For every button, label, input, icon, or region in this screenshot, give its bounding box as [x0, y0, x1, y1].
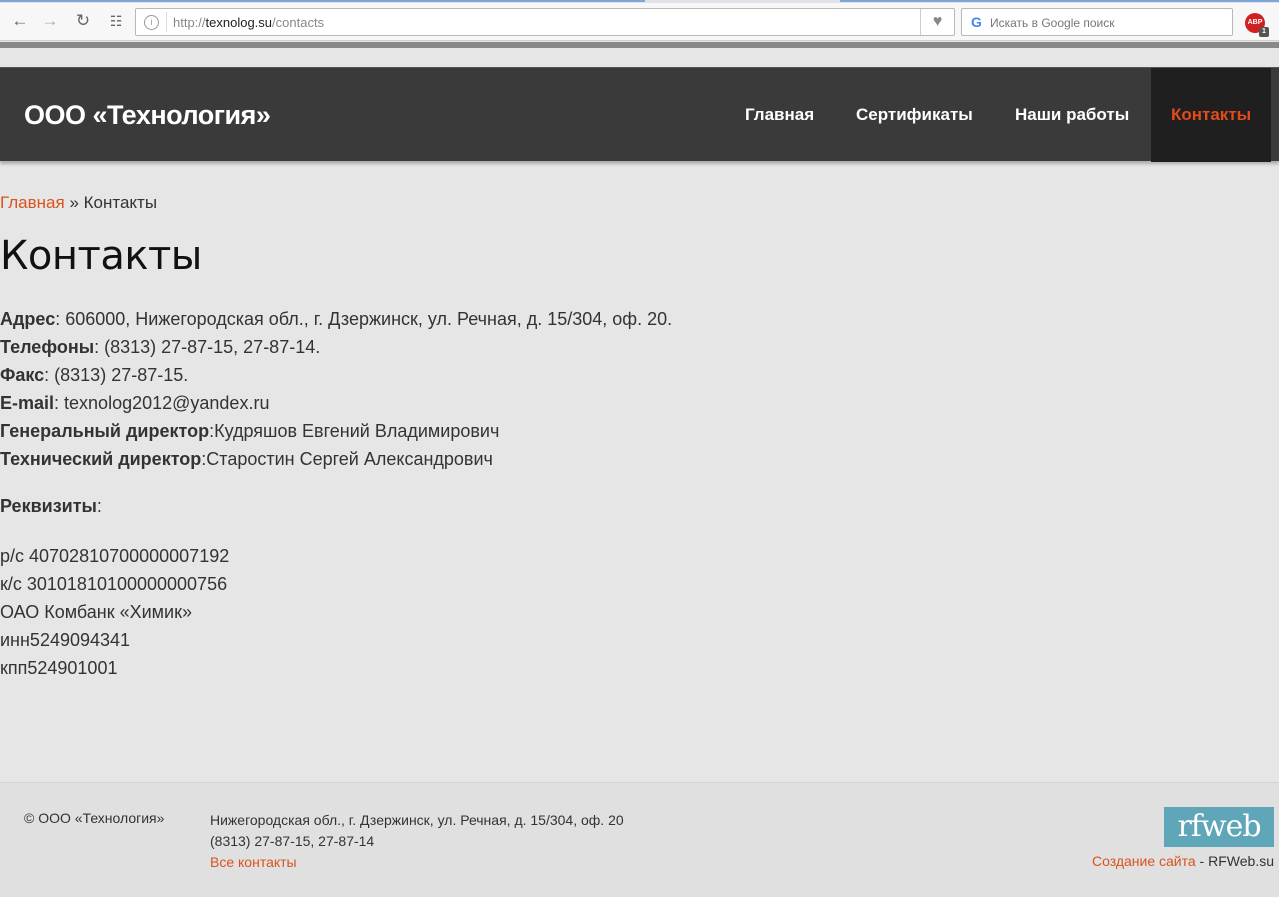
nav-item-contacts[interactable]: Контакты	[1151, 68, 1272, 162]
requisite-item: р/с 40702810700000007192	[0, 546, 230, 566]
adblock-count: 1	[1259, 27, 1269, 37]
breadcrumb: Главная » Контакты	[0, 193, 157, 213]
phones-label: Телефоны	[0, 337, 95, 357]
rfweb-logo[interactable]: rfweb	[1164, 807, 1274, 847]
contact-info: Адрес: 606000, Нижегородская обл., г. Дз…	[0, 305, 672, 473]
adblock-icon[interactable]: ABP 1	[1245, 13, 1269, 37]
site-header: ООО «Технология» Главная Сертификаты Наш…	[0, 67, 1279, 162]
tab-highlight	[840, 0, 1279, 2]
footer-credit: Создание сайта - RFWeb.su	[1092, 853, 1274, 869]
fax-label: Факс	[0, 365, 45, 385]
forward-icon[interactable]: →	[38, 9, 62, 33]
url-path: /contacts	[272, 15, 325, 30]
site-creation-link[interactable]: Создание сайта	[1092, 853, 1196, 869]
site-logo[interactable]: ООО «Технология»	[24, 100, 271, 131]
reload-icon[interactable]: ↻	[71, 9, 95, 33]
address-bar[interactable]: i http://texnolog.su/contacts ♥	[135, 8, 955, 36]
email-row: E-mail: texnolog2012@yandex.ru	[0, 389, 672, 417]
url-host: texnolog.su	[205, 15, 273, 30]
technical-director-value: :Старостин Сергей Александрович	[201, 449, 493, 469]
breadcrumb-home-link[interactable]: Главная	[0, 193, 65, 212]
requisite-item: инн5249094341	[0, 630, 131, 650]
address-label: Адрес	[0, 309, 56, 329]
nav-item-works[interactable]: Наши работы	[1015, 68, 1129, 162]
google-icon: G	[971, 14, 982, 30]
url-text[interactable]: http://texnolog.su/contacts	[173, 15, 324, 30]
footer-all-contacts-link[interactable]: Все контакты	[210, 854, 297, 870]
footer-copyright: © ООО «Технология»	[24, 810, 165, 826]
requisites-label: Реквизиты	[0, 496, 97, 516]
footer-contacts: Нижегородская обл., г. Дзержинск, ул. Ре…	[210, 810, 624, 873]
requisites-heading: Реквизиты:	[0, 492, 102, 520]
nav-item-home[interactable]: Главная	[745, 68, 814, 162]
tab-highlight	[0, 0, 645, 2]
footer-address: Нижегородская обл., г. Дзержинск, ул. Ре…	[210, 812, 624, 828]
browser-toolbar: ← → ↻ ☷ i http://texnolog.su/contacts ♥ …	[0, 3, 1279, 41]
credit-site: RFWeb.su	[1208, 853, 1274, 869]
search-placeholder: Искать в Google поиск	[990, 16, 1115, 30]
heart-icon[interactable]: ♥	[920, 9, 954, 35]
page-title: Контакты	[0, 233, 202, 279]
credit-separator: -	[1195, 853, 1209, 869]
breadcrumb-current: Контакты	[83, 193, 158, 212]
phones-row: Телефоны: (8313) 27-87-15, 27-87-14.	[0, 333, 672, 361]
search-input[interactable]: G Искать в Google поиск	[961, 8, 1233, 36]
footer-phones: (8313) 27-87-15, 27-87-14	[210, 833, 375, 849]
nav-item-certificates[interactable]: Сертификаты	[856, 68, 973, 162]
general-director-label: Генеральный директор	[0, 421, 210, 441]
requisites-colon: :	[96, 496, 102, 516]
requisites-list: р/с 40702810700000007192 к/с 30101810100…	[0, 542, 229, 682]
phones-value: : (8313) 27-87-15, 27-87-14.	[94, 337, 321, 357]
technical-director-label: Технический директор	[0, 449, 202, 469]
back-icon[interactable]: ←	[8, 9, 32, 33]
general-director-row: Генеральный директор:Кудряшов Евгений Вл…	[0, 417, 672, 445]
requisite-item: к/с 30101810100000000756	[0, 574, 228, 594]
fax-row: Факс: (8313) 27-87-15.	[0, 361, 672, 389]
site-info-icon[interactable]: i	[144, 15, 159, 30]
apps-grid-icon[interactable]: ☷	[104, 9, 128, 33]
url-prefix: http://	[173, 15, 206, 30]
fax-value: : (8313) 27-87-15.	[44, 365, 189, 385]
requisite-item: кпп524901001	[0, 658, 118, 678]
email-value: : texnolog2012@yandex.ru	[54, 393, 270, 413]
site-footer: © ООО «Технология» Нижегородская обл., г…	[0, 782, 1279, 897]
address-value: : 606000, Нижегородская обл., г. Дзержин…	[55, 309, 673, 329]
requisite-item: ОАО Комбанк «Химик»	[0, 602, 192, 622]
address-row: Адрес: 606000, Нижегородская обл., г. Дз…	[0, 305, 672, 333]
url-separator	[166, 12, 167, 32]
general-director-value: :Кудряшов Евгений Владимирович	[209, 421, 500, 441]
toolbar-divider	[0, 42, 1279, 48]
technical-director-row: Технический директор:Старостин Сергей Ал…	[0, 445, 672, 473]
adblock-label: ABP	[1247, 19, 1263, 26]
email-label: E-mail	[0, 393, 55, 413]
breadcrumb-separator: »	[64, 193, 84, 212]
